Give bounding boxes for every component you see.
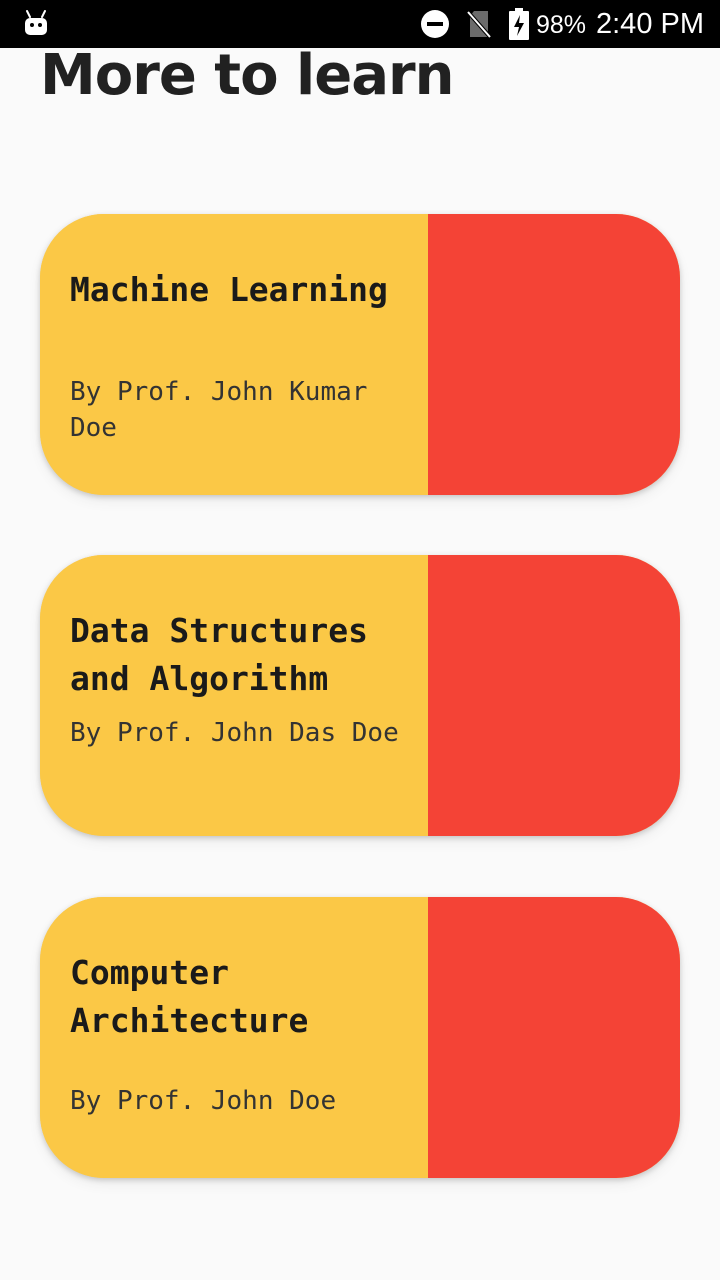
page-title: More to learn [40,43,454,108]
course-card-data-structures[interactable]: Data Structures and Algorithm By Prof. J… [40,555,680,836]
android-icon [25,10,47,35]
course-card-info: Machine Learning By Prof. John Kumar Doe [40,214,428,495]
course-card-machine-learning[interactable]: Machine Learning By Prof. John Kumar Doe [40,214,680,495]
course-author: By Prof. John Das Doe [70,718,399,748]
course-card-info: Data Structures and Algorithm By Prof. J… [40,555,428,836]
do-not-disturb-icon [421,10,449,38]
course-image-placeholder [428,214,680,495]
status-clock: 2:40 PM [596,8,704,40]
course-author: By Prof. John Kumar Doe [70,377,368,443]
no-sim-icon [466,10,492,39]
battery-percent: 98% [536,11,587,39]
course-card-info: Computer Architecture By Prof. John Doe [40,897,428,1178]
course-card-computer-architecture[interactable]: Computer Architecture By Prof. John Doe [40,897,680,1178]
battery-charging-icon [509,8,529,40]
course-title: Data Structures and Algorithm [70,611,369,698]
course-image-placeholder [428,555,680,836]
course-image-placeholder [428,897,680,1178]
course-title: Computer Architecture [70,953,309,1040]
course-author: By Prof. John Doe [70,1086,337,1116]
course-title: Machine Learning [70,270,388,309]
